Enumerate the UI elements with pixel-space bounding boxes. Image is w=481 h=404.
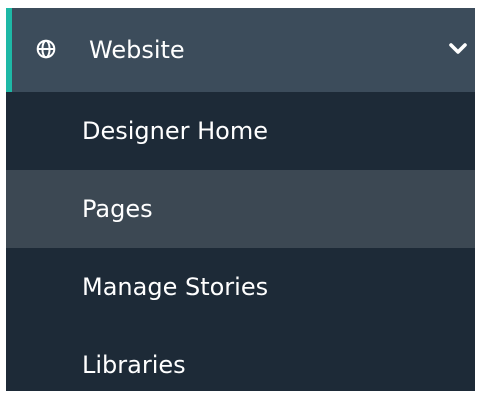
sidebar-nav: Website Designer Home Pages Manage Stori… <box>6 8 475 391</box>
nav-item-pages[interactable]: Pages <box>6 170 475 248</box>
nav-item-designer-home[interactable]: Designer Home <box>6 92 475 170</box>
nav-item-libraries[interactable]: Libraries <box>6 326 475 391</box>
nav-item-label: Libraries <box>82 351 186 379</box>
chevron-down-icon[interactable] <box>448 42 468 56</box>
nav-item-label: Pages <box>82 195 153 223</box>
globe-icon <box>36 39 56 59</box>
nav-section-website[interactable]: Website <box>6 8 475 92</box>
nav-item-manage-stories[interactable]: Manage Stories <box>6 248 475 326</box>
nav-item-label: Designer Home <box>82 117 268 145</box>
nav-item-label: Manage Stories <box>82 273 269 301</box>
nav-section-label: Website <box>89 36 185 64</box>
